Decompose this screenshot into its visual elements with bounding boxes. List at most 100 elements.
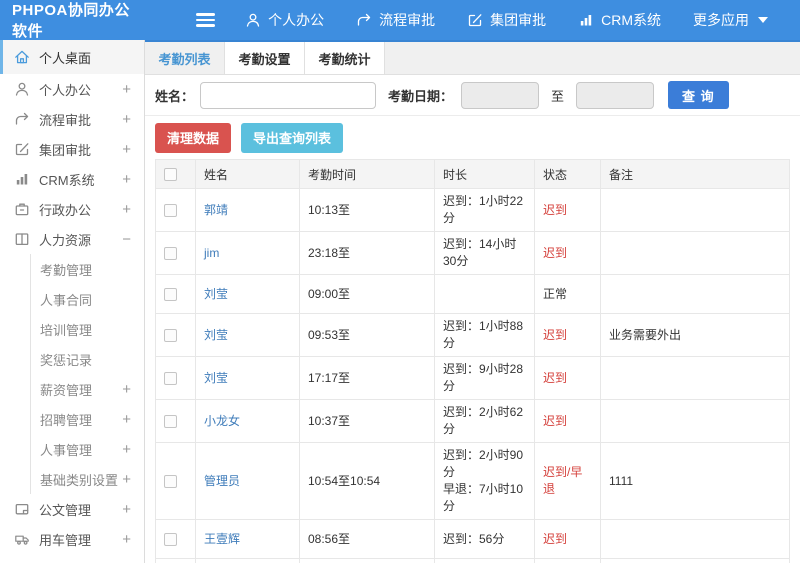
tab-label: 考勤统计 (318, 51, 371, 67)
row-checkbox[interactable] (164, 246, 177, 260)
employee-name-link[interactable]: 郭靖 (204, 203, 228, 217)
note-cell (600, 399, 790, 443)
sidebar-subitem[interactable]: 基础类别设置 + (31, 464, 144, 494)
topnav-workflow-approval[interactable]: 流程审批 (356, 10, 435, 30)
tab-attendance[interactable]: 考勤列表 (145, 42, 225, 74)
export-list-button[interactable]: 导出查询列表 (241, 122, 344, 153)
sidebar-item-vehicle-management[interactable]: 用车管理 + (0, 524, 144, 554)
status-text: 迟到 (543, 413, 568, 428)
hamburger-menu-icon[interactable] (196, 10, 216, 30)
duration-line-1: 迟到：2小时62分 (443, 405, 524, 436)
note-cell (600, 274, 790, 314)
sidebar-item-admin-office[interactable]: 行政办公 + (0, 194, 144, 224)
time-cell: 08:56至 (299, 519, 435, 559)
sidebar-item-label: 公文管理 (39, 502, 92, 518)
note-cell (600, 188, 790, 232)
sidebar-item-crm-system[interactable]: CRM系统 + (0, 164, 144, 194)
status-text: 迟到 (543, 327, 568, 342)
table-row: 刘莹 09:53至 迟到：1小时88分 迟到 业务需要外出 (155, 313, 790, 357)
employee-name-link[interactable]: 王壹辉 (204, 532, 240, 546)
row-checkbox[interactable] (164, 371, 177, 385)
tab-attendance[interactable]: 考勤设置 (225, 42, 305, 74)
column-header: 姓名 (195, 159, 300, 189)
name-cell: 刘莹 (195, 313, 300, 357)
status-cell: 迟到/早退 (534, 442, 601, 520)
employee-name-link[interactable]: 刘莹 (204, 328, 228, 342)
duration-cell: 迟到：1小时22分 (434, 188, 535, 232)
employee-name-link[interactable]: 刘莹 (204, 287, 228, 301)
row-checkbox[interactable] (164, 414, 177, 428)
flow-icon (356, 12, 372, 28)
column-header: 状态 (534, 159, 601, 189)
row-checkbox[interactable] (164, 203, 177, 217)
duration-line-1: 迟到：1小时88分 (443, 319, 524, 350)
topnav-label: 流程审批 (379, 12, 436, 28)
duration-line-1: 迟到：1小时22分 (443, 194, 524, 225)
sidebar-item-label: 个人桌面 (39, 50, 92, 66)
topnav-personal-office[interactable]: 个人办公 (245, 10, 324, 30)
sidebar-subitem[interactable]: 招聘管理 + (31, 404, 144, 434)
user-icon (14, 81, 30, 97)
search-button[interactable]: 查 询 (668, 81, 729, 109)
sidebar-subitem[interactable]: 人事合同 (31, 284, 144, 314)
clean-data-button[interactable]: 清理数据 (155, 122, 232, 153)
duration-cell: 迟到：2小时62分 (434, 399, 535, 443)
sidebar-item-workflow-approval[interactable]: 流程审批 + (0, 104, 144, 134)
duration-cell (434, 274, 535, 314)
sidebar-subitem[interactable]: 培训管理 (31, 314, 144, 344)
table-row: 管理员 10:54至10:54 迟到：2小时90分 早退：7小时10分 迟到/早… (155, 442, 790, 520)
date-from-input[interactable] (461, 81, 540, 109)
sidebar-subitem[interactable]: 人事管理 + (31, 434, 144, 464)
sidebar-subitem[interactable]: 考勤管理 (31, 254, 144, 284)
status-cell: 迟到 (534, 519, 601, 559)
table-header-row: 姓名 考勤时间 时长 状态 备注 (155, 159, 790, 189)
sidebar-item-label: 行政办公 (39, 202, 92, 218)
expand-plus-icon: + (122, 380, 131, 398)
sidebar-item-label: 流程审批 (39, 112, 92, 128)
sidebar-item-personal-desktop[interactable]: 个人桌面 (0, 40, 144, 74)
topnav-label: 更多应用 (693, 12, 749, 28)
name-cell: 郭靖 (195, 188, 300, 232)
row-checkbox[interactable] (164, 532, 177, 546)
home-icon (14, 49, 30, 65)
table-row: jim 23:18至 迟到：14小时30分 迟到 (155, 231, 790, 275)
employee-name-link[interactable]: 管理员 (204, 474, 240, 488)
status-cell: 迟到 (534, 399, 601, 443)
duration-cell: 迟到：56分 (434, 519, 535, 559)
table-row: 王壹辉 08:56至 迟到：56分 迟到 (155, 519, 790, 559)
sidebar-subitem-label: 基础类别设置 (40, 472, 119, 488)
topnav-group-approval[interactable]: 集团审批 (467, 10, 546, 30)
time-cell: 09:53至 (299, 313, 435, 357)
employee-name-link[interactable]: 刘莹 (204, 371, 228, 385)
status-cell: 迟到/早退 (534, 558, 601, 563)
date-to-input[interactable] (576, 81, 655, 109)
name-cell: 黄蓉 (195, 558, 300, 563)
topnav-crm-system[interactable]: CRM系统 (578, 10, 661, 30)
sidebar-item-label: 用车管理 (39, 532, 92, 548)
time-cell: 10:54至10:54 (299, 442, 435, 520)
row-checkbox[interactable] (164, 328, 177, 342)
sidebar-item-document-management[interactable]: 公文管理 + (0, 494, 144, 524)
document-icon (14, 501, 30, 517)
employee-name-link[interactable]: 小龙女 (204, 414, 240, 428)
attendance-table: 姓名 考勤时间 时长 状态 备注 郭靖 10:13至 迟到：1小时22分 迟到 … (155, 159, 790, 563)
row-checkbox[interactable] (164, 474, 177, 488)
employee-name-link[interactable]: jim (204, 246, 219, 260)
select-all-checkbox[interactable] (164, 168, 177, 182)
sidebar-item-group-approval[interactable]: 集团审批 + (0, 134, 144, 164)
duration-line-1: 迟到：14小时30分 (443, 237, 517, 268)
note-cell (600, 558, 790, 563)
expand-plus-icon: + (122, 80, 131, 98)
row-checkbox[interactable] (164, 287, 177, 301)
duration-cell: 迟到：14小时30分 (434, 231, 535, 275)
checkbox-cell (155, 231, 196, 275)
status-cell: 迟到 (534, 313, 601, 357)
name-input[interactable] (200, 81, 377, 109)
sidebar-item-personal-office[interactable]: 个人办公 + (0, 74, 144, 104)
duration-line-2: 早退：7小时10分 (443, 482, 524, 513)
sidebar-subitem[interactable]: 薪资管理 + (31, 374, 144, 404)
topnav-more-apps[interactable]: 更多应用 (693, 10, 768, 30)
sidebar-item-human-resources[interactable]: 人力资源 − (0, 224, 144, 254)
sidebar-subitem[interactable]: 奖惩记录 (31, 344, 144, 374)
tab-attendance[interactable]: 考勤统计 (305, 42, 385, 74)
